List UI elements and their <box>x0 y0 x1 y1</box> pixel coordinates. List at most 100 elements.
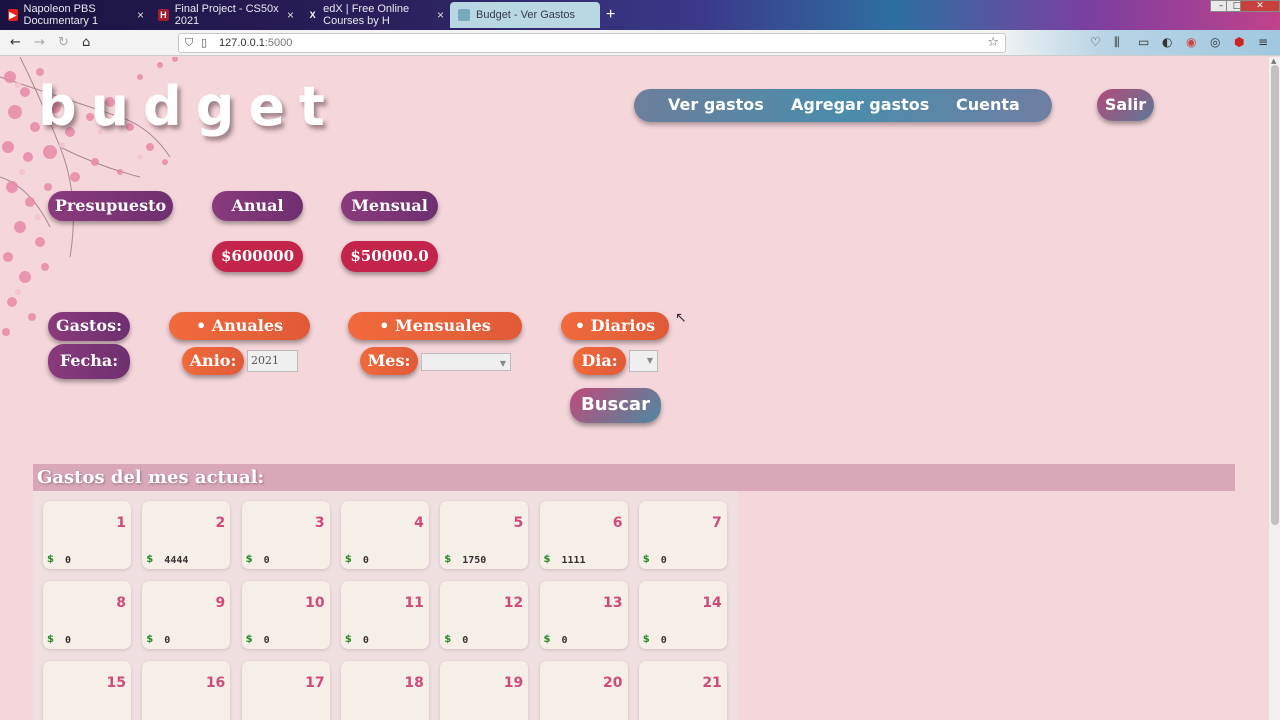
day-number: 6 <box>612 515 623 531</box>
calendar-day-cell[interactable]: 4 $0 <box>340 501 429 569</box>
day-number: 5 <box>513 515 524 531</box>
calendar-day-cell[interactable]: 8 $0 <box>43 581 131 649</box>
presupuesto-label: Presupuesto <box>48 191 173 221</box>
fecha-label: Fecha: <box>48 344 130 379</box>
dollar-icon: $ <box>642 554 650 565</box>
extension-icon[interactable]: ◐ <box>1162 35 1172 49</box>
dia-label: Dia: <box>573 347 626 375</box>
pocket-icon[interactable]: ♡ <box>1090 35 1101 49</box>
anual-budget-value: $600000 <box>212 241 303 272</box>
adblock-icon[interactable]: ⬢ <box>1234 35 1244 49</box>
day-number: 9 <box>215 595 226 611</box>
harvard-icon: H <box>158 9 169 21</box>
day-number: 14 <box>702 595 722 611</box>
library-icon[interactable]: ⫼ <box>1114 35 1120 50</box>
calendar-day-cell[interactable]: 9 $0 <box>142 581 231 649</box>
nav-ver-gastos[interactable]: Ver gastos <box>668 95 764 114</box>
close-icon[interactable]: × <box>137 8 144 22</box>
scrollbar-thumb[interactable] <box>1271 65 1279 525</box>
edx-icon: X <box>309 10 316 20</box>
dia-select[interactable]: ▼ <box>629 350 658 372</box>
day-amount: 0 <box>65 635 72 646</box>
tab-label: Budget - Ver Gastos <box>476 9 576 21</box>
menu-icon[interactable]: ≡ <box>1258 35 1268 49</box>
calendar-day-cell[interactable]: 3 $0 <box>241 501 330 569</box>
day-number: 12 <box>503 595 524 611</box>
close-icon[interactable]: × <box>287 8 294 22</box>
tab-label: Napoleon PBS Documentary 1 <box>23 3 99 27</box>
window-close-button[interactable]: ✕ <box>1240 0 1280 12</box>
day-number: 1 <box>116 515 126 531</box>
new-tab-button[interactable]: + <box>606 6 615 24</box>
logout-button[interactable]: Salir <box>1097 89 1154 121</box>
nav-agregar-gastos[interactable]: Agregar gastos <box>791 95 929 114</box>
mes-label: Mes: <box>360 347 418 375</box>
day-number: 8 <box>116 595 126 611</box>
calendar-day-cell[interactable]: 11 $0 <box>340 581 429 649</box>
calendar-day-cell[interactable]: 15 <box>43 661 131 720</box>
tab-napoleon[interactable]: ▶ Napoleon PBS Documentary 1 × <box>0 2 150 28</box>
calendar-day-cell[interactable]: 6 $1111 <box>539 501 628 569</box>
calendar-day-cell[interactable]: 2 $4444 <box>142 501 231 569</box>
dollar-icon: $ <box>444 634 452 645</box>
forward-icon[interactable]: → <box>34 35 45 50</box>
nav-cuenta[interactable]: Cuenta <box>956 95 1020 114</box>
calendar-day-cell[interactable]: 18 <box>340 661 429 720</box>
page-info-icon[interactable]: ▯ <box>201 36 207 49</box>
shield-icon[interactable]: ⛉ <box>185 36 193 50</box>
day-amount: 0 <box>263 555 270 566</box>
url-text: 127.0.0.1:5000 <box>219 37 293 49</box>
calendar-day-cell[interactable]: 1 $0 <box>43 501 131 569</box>
day-amount: 4444 <box>164 555 189 566</box>
bookmark-star-icon[interactable]: ☆ <box>987 35 999 50</box>
calendar-day-cell[interactable]: 5 $1750 <box>440 501 529 569</box>
filter-diarios-option[interactable]: • Diarios <box>561 312 669 340</box>
calendar-day-cell[interactable]: 13 $0 <box>539 581 628 649</box>
home-icon[interactable]: ⌂ <box>82 35 90 50</box>
calendar-day-cell[interactable]: 20 <box>539 661 628 720</box>
calendar-day-cell[interactable]: 21 <box>638 661 727 720</box>
back-icon[interactable]: ← <box>10 35 21 50</box>
address-bar[interactable]: ⛉ ▯ 127.0.0.1:5000 ☆ <box>178 33 1006 53</box>
page-scrollbar[interactable]: ▲ <box>1268 57 1280 720</box>
day-number: 16 <box>205 675 226 691</box>
extension-icon[interactable]: ◉ <box>1186 35 1196 49</box>
calendar-day-cell[interactable]: 19 <box>440 661 529 720</box>
day-amount: 0 <box>362 635 369 646</box>
calendar-day-cell[interactable]: 10 $0 <box>241 581 330 649</box>
calendar-day-cell[interactable]: 17 <box>241 661 330 720</box>
scroll-up-icon[interactable]: ▲ <box>1271 57 1276 65</box>
tab-edx[interactable]: X edX | Free Online Courses by H × <box>300 2 450 28</box>
calendar-day-cell[interactable]: 12 $0 <box>440 581 529 649</box>
main-nav: Ver gastos Agregar gastos Cuenta <box>634 89 1052 122</box>
dollar-icon: $ <box>245 634 253 645</box>
calendar-day-cell[interactable]: 7 $0 <box>638 501 727 569</box>
search-button[interactable]: Buscar <box>570 388 661 423</box>
mes-select[interactable]: ▼ <box>421 353 511 371</box>
reader-icon[interactable]: ▭ <box>1138 35 1149 49</box>
tab-label: Final Project - CS50x 2021 <box>174 3 279 27</box>
day-number: 4 <box>414 515 424 531</box>
mouse-cursor-icon: ↖ <box>675 310 687 326</box>
page-content: budget Ver gastos Agregar gastos Cuenta … <box>0 57 1268 720</box>
day-amount: 1750 <box>462 555 487 566</box>
calendar-day-cell[interactable]: 14 $0 <box>638 581 727 649</box>
reload-icon[interactable]: ↻ <box>58 35 69 50</box>
dollar-icon: $ <box>146 634 154 645</box>
chevron-down-icon: ▼ <box>646 356 653 365</box>
calendar-day-cell[interactable]: 16 <box>142 661 231 720</box>
day-amount: 0 <box>263 635 270 646</box>
anio-input[interactable]: 2021 <box>247 350 298 372</box>
dollar-icon: $ <box>146 554 154 565</box>
filter-anuales-option[interactable]: • Anuales <box>169 312 310 340</box>
filter-mensuales-option[interactable]: • Mensuales <box>348 312 522 340</box>
day-number: 18 <box>404 675 424 691</box>
app-logo[interactable]: budget <box>38 75 339 138</box>
tab-budget[interactable]: Budget - Ver Gastos <box>450 2 600 28</box>
close-icon[interactable]: × <box>437 8 444 22</box>
anual-label: Anual <box>212 191 303 221</box>
extension-icon[interactable]: ◎ <box>1210 35 1220 49</box>
browser-nav-bar: ← → ↻ ⌂ ⛉ ▯ 127.0.0.1:5000 ☆ ♡ ⫼ ▭ ◐ ◉ ◎… <box>0 30 1280 56</box>
mensual-label: Mensual <box>341 191 438 221</box>
tab-final-project[interactable]: H Final Project - CS50x 2021 × <box>150 2 300 28</box>
